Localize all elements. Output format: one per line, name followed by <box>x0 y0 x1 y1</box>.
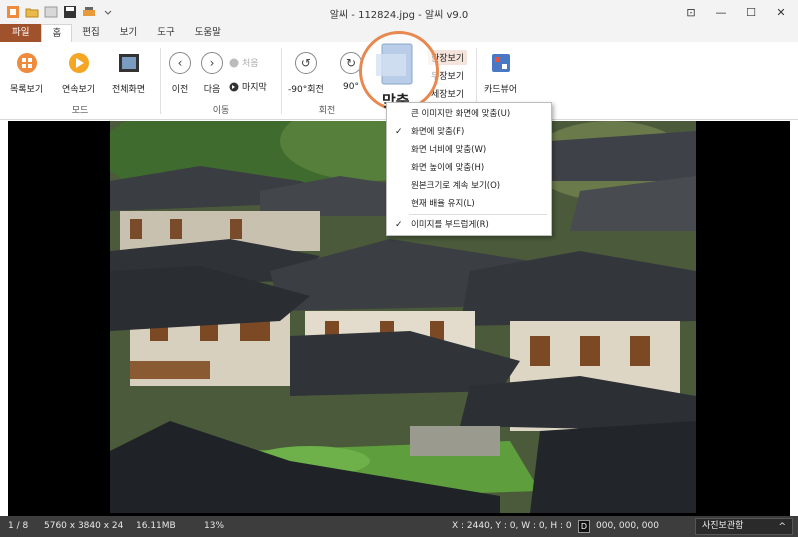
last-button[interactable]: 마지막 <box>229 80 267 93</box>
tab-help[interactable]: 도움말 <box>185 24 231 42</box>
window-controls: ⊡ — ☐ ✕ <box>678 2 794 22</box>
menu-item-fit-large-only[interactable]: 큰 이미지만 화면에 맞춤(U) <box>387 105 551 123</box>
menu-item-smooth-image[interactable]: ✓ 이미지를 부드럽게(R) <box>387 216 551 234</box>
pixel-color-value: 000, 000, 000 <box>596 521 659 531</box>
next-button[interactable]: › 다음 <box>199 50 225 95</box>
save-icon[interactable] <box>63 5 77 19</box>
card-viewer-button[interactable]: 카드뷰어 <box>484 50 517 95</box>
customize-dropdown-icon[interactable] <box>101 5 115 19</box>
menu-item-keep-zoom[interactable]: 현재 배율 유지(L) <box>387 195 551 213</box>
group-label-mode: 모드 <box>71 106 89 116</box>
tab-tools[interactable]: 도구 <box>147 24 184 42</box>
photo-manager-button[interactable]: 사진보관함 ^ <box>695 518 793 535</box>
group-label-move: 이동 <box>212 106 230 116</box>
zoom-level: 13% <box>204 521 225 531</box>
list-view-button[interactable]: 목록보기 <box>10 50 43 95</box>
chevron-right-icon: › <box>201 52 223 74</box>
open-folder-icon[interactable] <box>25 5 39 19</box>
color-mode-badge: D <box>578 520 590 533</box>
list-view-icon <box>14 50 40 76</box>
menu-item-fit-width[interactable]: 화면 너비에 맞춤(W) <box>387 141 551 159</box>
fullscreen-icon <box>116 50 142 76</box>
tab-view[interactable]: 보기 <box>110 24 147 42</box>
card-viewer-icon <box>488 50 514 76</box>
menu-separator <box>409 214 547 215</box>
first-icon <box>229 58 239 67</box>
group-move: ‹ 이전 › 다음 처음 마지막 이동 <box>161 42 281 120</box>
last-icon <box>229 82 239 91</box>
chevron-up-icon: ^ <box>778 522 786 532</box>
file-size: 16.11MB <box>136 521 176 531</box>
menu-item-fit-height[interactable]: 화면 높이에 맞춤(H) <box>387 159 551 177</box>
cursor-coordinates: X : 2440, Y : 0, W : 0, H : 0 <box>452 521 572 531</box>
play-icon <box>66 50 92 76</box>
tab-file[interactable]: 파일 <box>0 24 42 42</box>
checkmark-icon: ✓ <box>395 127 403 137</box>
pin-button[interactable]: ⊡ <box>678 2 704 22</box>
tab-home[interactable]: 홈 <box>41 24 73 42</box>
prev-button[interactable]: ‹ 이전 <box>167 50 193 95</box>
checkmark-icon: ✓ <box>395 220 403 230</box>
rotate-left-button[interactable]: ↺ -90°회전 <box>288 50 324 95</box>
maximize-button[interactable]: ☐ <box>738 2 764 22</box>
group-rotate: ↺ -90°회전 ↻ 90° 회전 <box>282 42 372 120</box>
status-bar: 1 / 8 5760 x 3840 x 24 16.11MB 13% X : 2… <box>0 516 798 537</box>
fullscreen-button[interactable]: 전체화면 <box>112 50 145 95</box>
menu-item-fit-screen[interactable]: ✓ 화면에 맞춤(F) <box>387 123 551 141</box>
print-icon[interactable] <box>82 5 96 19</box>
group-label-rotate: 회전 <box>318 106 336 116</box>
chevron-left-icon: ‹ <box>169 52 191 74</box>
slideshow-button[interactable]: 연속보기 <box>62 50 95 95</box>
app-logo-icon <box>6 5 20 19</box>
quick-access-toolbar <box>0 5 115 19</box>
title-bar: 알씨 - 112824.jpg - 알씨 v9.0 ⊡ — ☐ ✕ <box>0 0 798 24</box>
close-button[interactable]: ✕ <box>768 2 794 22</box>
minimize-button[interactable]: — <box>708 2 734 22</box>
rotate-left-icon: ↺ <box>294 52 317 74</box>
image-dimensions: 5760 x 3840 x 24 <box>44 521 124 531</box>
fit-options-menu: 큰 이미지만 화면에 맞춤(U) ✓ 화면에 맞춤(F) 화면 너비에 맞춤(W… <box>386 102 552 236</box>
image-index: 1 / 8 <box>8 521 29 531</box>
menu-item-original-size[interactable]: 원본크기로 계속 보기(O) <box>387 177 551 195</box>
image-icon[interactable] <box>44 5 58 19</box>
group-mode: 목록보기 연속보기 전체화면 모드 <box>0 42 160 120</box>
first-button[interactable]: 처음 <box>229 56 259 69</box>
tab-edit[interactable]: 편집 <box>72 24 109 42</box>
